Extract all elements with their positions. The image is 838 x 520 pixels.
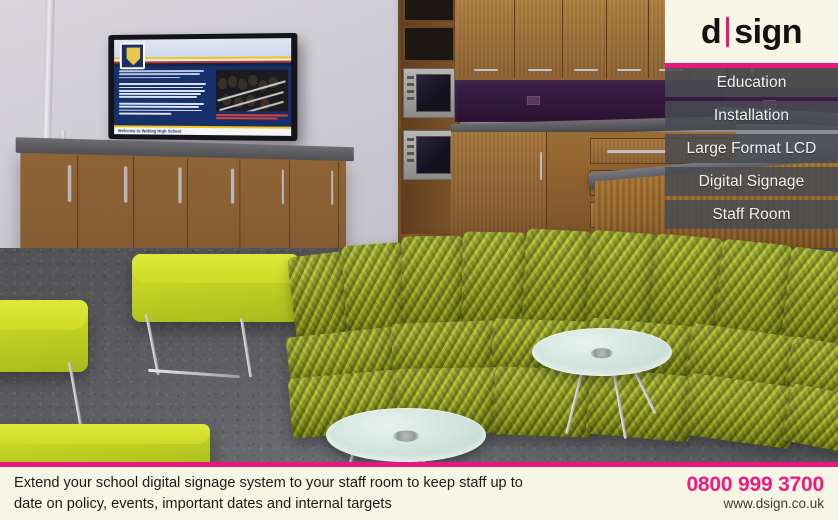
banner-content: Extend your school digital signage syste… <box>0 467 838 520</box>
lime-bench-foreground <box>0 424 210 462</box>
sofa-backrest <box>401 235 465 333</box>
website-url[interactable]: www.dsign.co.uk <box>686 496 824 513</box>
signage-paragraph <box>118 83 208 99</box>
table-centre-hub <box>590 348 614 358</box>
microwave-oven <box>403 68 455 118</box>
signage-paragraph <box>118 102 208 115</box>
signage-welcome-text: Welcome to Woking High School <box>117 128 182 135</box>
banner-copy-line-2: date on policy, events, important dates … <box>14 495 392 512</box>
signage-paragraph <box>118 69 208 79</box>
signage-body <box>114 65 292 127</box>
banner-copy-line-1: Extend your school digital signage syste… <box>14 474 523 491</box>
sofa-backrest <box>521 228 593 332</box>
nav-item-label: Education <box>716 73 787 91</box>
logo-suffix: sign <box>734 12 803 51</box>
nav-list: Education Installation Large Format LCD … <box>665 68 838 229</box>
lime-bench-centre <box>132 254 300 322</box>
nav-item-label: Digital Signage <box>698 172 805 190</box>
signage-ticker-bar: Welcome to Woking High School <box>114 125 292 136</box>
nav-item-large-format-lcd[interactable]: Large Format LCD <box>665 134 838 163</box>
signage-photo-caption <box>215 114 289 123</box>
signage-photo <box>215 69 289 112</box>
sofa-backrest <box>461 231 527 331</box>
wall-mounted-lcd-display: Welcome to Woking High School <box>108 32 298 142</box>
banner-marketing-copy: Extend your school digital signage syste… <box>14 473 523 514</box>
bottom-banner: Extend your school digital signage syste… <box>0 462 838 520</box>
sofa-backrest <box>780 246 838 348</box>
phone-number[interactable]: 0800 999 3700 <box>686 473 824 497</box>
logo-divider-icon <box>726 16 730 47</box>
signage-text-column <box>114 66 212 126</box>
oven-housing <box>401 0 457 234</box>
dsign-logo[interactable]: d sign <box>665 0 838 63</box>
table-centre-hub <box>393 430 419 442</box>
nav-item-staff-room[interactable]: Staff Room <box>665 200 838 229</box>
nav-item-digital-signage[interactable]: Digital Signage <box>665 167 838 196</box>
school-crest-icon <box>119 42 145 70</box>
banner-contact-block: 0800 999 3700 www.dsign.co.uk <box>686 473 826 514</box>
page-root: Welcome to Woking High School d sign Edu… <box>0 0 838 520</box>
glass-side-table-right <box>532 328 672 376</box>
lime-bench-left <box>0 300 88 372</box>
nav-item-label: Large Format LCD <box>686 139 817 157</box>
nav-item-label: Installation <box>713 106 790 124</box>
lcd-screen: Welcome to Woking High School <box>114 38 292 136</box>
brand-panel: d sign Education Installation Large Form… <box>665 0 838 233</box>
logo-prefix: d <box>700 12 722 51</box>
nav-item-education[interactable]: Education <box>665 68 838 97</box>
logo-wordmark: d sign <box>700 12 803 51</box>
built-in-oven <box>403 130 455 180</box>
nav-item-installation[interactable]: Installation <box>665 101 838 130</box>
glass-side-table-front <box>326 408 486 462</box>
nav-item-label: Staff Room <box>712 205 791 223</box>
